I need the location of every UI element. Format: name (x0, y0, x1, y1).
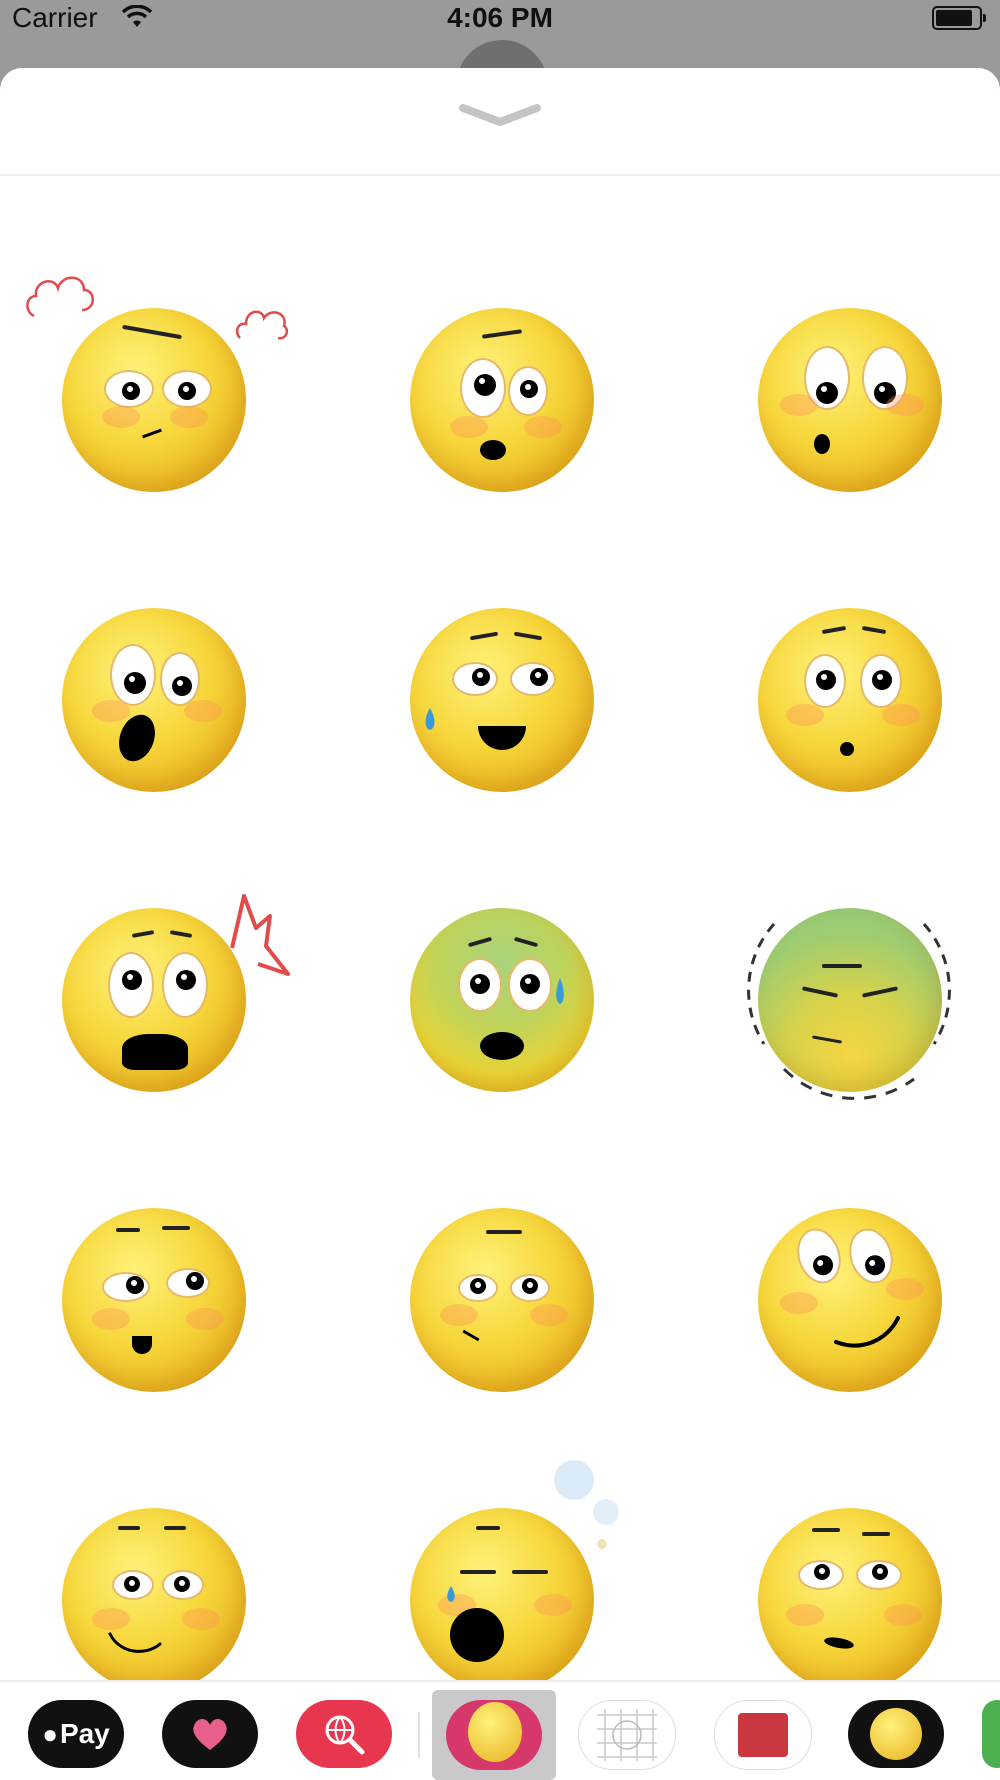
sticker-nauseous-shaking[interactable] (708, 858, 988, 1138)
emoji-face (62, 908, 246, 1092)
clock: 4:06 PM (447, 2, 553, 33)
app-drawer: ● Pay (0, 1680, 1000, 1780)
emoji-app-icon (870, 1708, 922, 1760)
grid-app-button[interactable] (578, 1700, 676, 1770)
emoji-face (62, 608, 246, 792)
emoji-face (62, 1508, 246, 1692)
heart-icon (193, 1718, 227, 1750)
chevron-down-icon[interactable] (455, 100, 545, 130)
steam-cloud-icon (235, 310, 289, 340)
sticker-curious-oh[interactable] (708, 258, 988, 538)
steam-cloud-icon (26, 276, 94, 318)
grid-icon (597, 1709, 657, 1761)
sticker-playful-smile[interactable] (708, 1158, 988, 1438)
sticker-nervous-sweat-grin[interactable] (360, 558, 640, 838)
sticker-angry-steam[interactable] (12, 258, 292, 538)
search-images-app-button[interactable] (296, 1700, 392, 1768)
tray-separator (418, 1712, 420, 1758)
yeah-sticker-icon (738, 1713, 788, 1757)
emoji-face (758, 608, 942, 792)
status-bar: Carrier 4:06 PM (0, 0, 1000, 36)
apple-logo-icon: ● (42, 1718, 58, 1749)
sticker-startled-shout[interactable] (12, 858, 292, 1138)
sticker-unimpressed-side-eye[interactable] (12, 1158, 292, 1438)
emoji-face (410, 308, 594, 492)
emoji-app-icon (468, 1702, 522, 1762)
emoji-face (758, 308, 942, 492)
apple-pay-label: Pay (59, 1718, 110, 1749)
sticker-grid (0, 178, 1000, 1692)
yeah-sticker-app-button[interactable] (714, 1700, 812, 1770)
emoji-face (62, 1208, 246, 1392)
sticker-shocked-open-mouth[interactable] (12, 558, 292, 838)
emoji-face (758, 1508, 942, 1692)
sticker-worried-surprised[interactable] (360, 258, 640, 538)
sticker-smirking[interactable] (360, 1158, 640, 1438)
sheet-divider (0, 174, 1000, 176)
sticker-sheet: ● Pay (0, 68, 1000, 1780)
emoji-face (758, 1208, 942, 1392)
emoji-face (410, 608, 594, 792)
sticker-scared-sweat[interactable] (360, 858, 640, 1138)
sticker-small-surprised[interactable] (708, 558, 988, 838)
emoji-dark-app-button[interactable] (848, 1700, 944, 1768)
emoji-face (62, 308, 246, 492)
emoji-face (410, 1208, 594, 1392)
emoji-face (410, 1508, 594, 1692)
emoji-face (758, 908, 942, 1092)
more-app-button[interactable] (982, 1700, 1000, 1768)
apple-pay-button[interactable]: ● Pay (28, 1700, 124, 1768)
tear-drop-icon (447, 1586, 455, 1602)
sweat-drop-icon (556, 978, 564, 1004)
globe-search-icon (325, 1715, 365, 1755)
emoji-sticker-app-button[interactable] (432, 1690, 556, 1780)
battery-icon (932, 6, 986, 30)
heart-sticker-app-button[interactable] (162, 1700, 258, 1768)
sweat-drop-icon (425, 708, 435, 730)
emoji-face (410, 908, 594, 1092)
